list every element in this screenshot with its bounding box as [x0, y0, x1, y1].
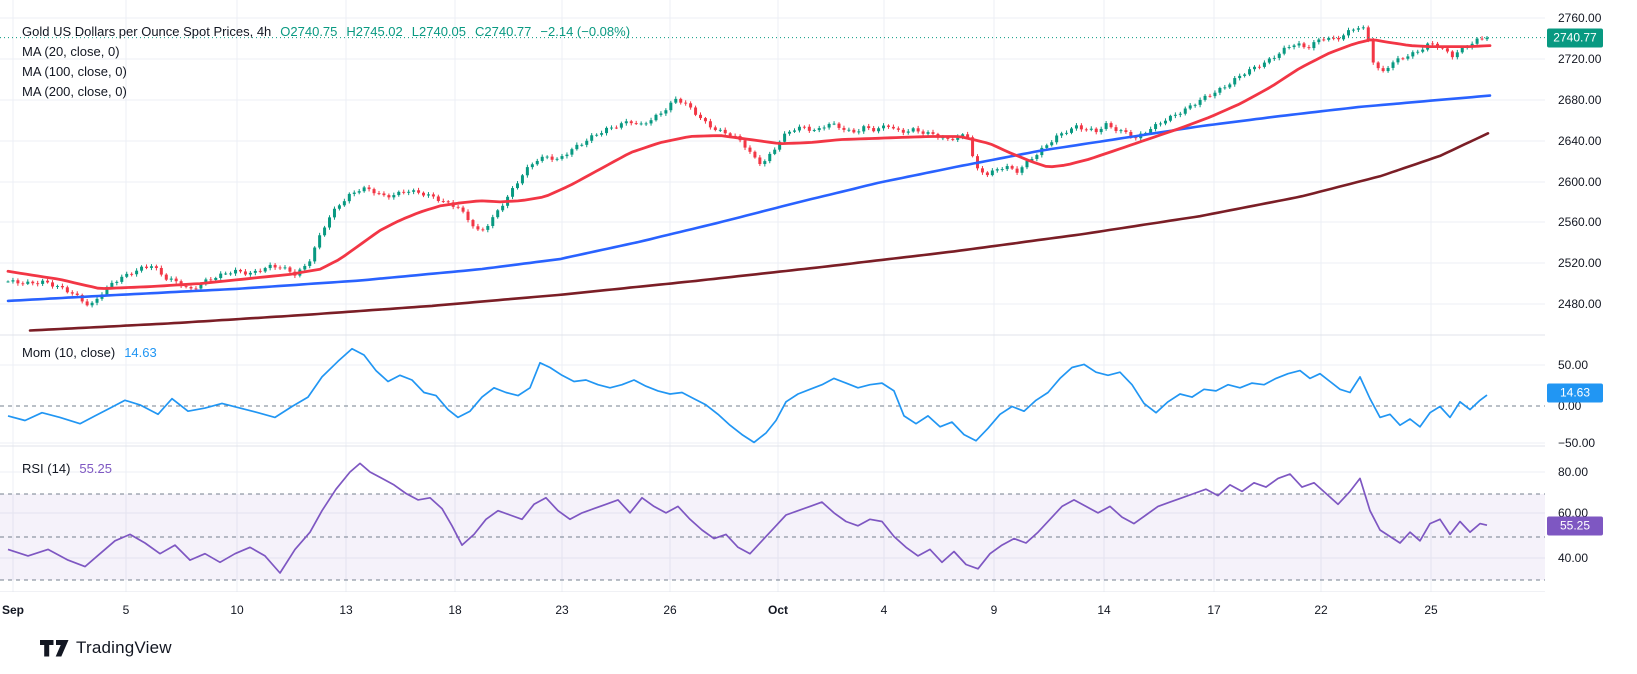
rsi-value: 55.25	[79, 459, 112, 479]
time-axis[interactable]: Sep 5 10 13 18 23 26 Oct 4 9 14 17 22 25	[0, 592, 1545, 628]
rsi-label: RSI (14)	[22, 459, 70, 479]
axis-tick-label: 2680.00	[1558, 93, 1601, 107]
price-value-badge: 2740.77	[1547, 29, 1603, 48]
axis-tick-label: −50.00	[1558, 436, 1595, 450]
time-tick-label: 4	[881, 603, 888, 617]
time-tick-label: 5	[123, 603, 130, 617]
ma20-legend[interactable]: MA (20, close, 0)	[22, 42, 630, 62]
price-legend: Gold US Dollars per Ounce Spot Prices, 4…	[22, 22, 630, 102]
axis-tick-label: 50.00	[1558, 358, 1588, 372]
time-tick-label: Oct	[768, 603, 788, 617]
tradingview-chart-window: Gold US Dollars per Ounce Spot Prices, 4…	[0, 0, 1637, 674]
ma100-legend[interactable]: MA (100, close, 0)	[22, 62, 630, 82]
time-tick-label: 17	[1207, 603, 1220, 617]
axis-tick-label: 40.00	[1558, 551, 1588, 565]
time-tick-label: 10	[230, 603, 243, 617]
time-tick-label: 13	[339, 603, 352, 617]
time-tick-label: 18	[448, 603, 461, 617]
axis-tick-label: 2640.00	[1558, 134, 1601, 148]
time-tick-label: 22	[1314, 603, 1327, 617]
ohlc-open: O2740.75	[280, 22, 337, 42]
time-tick-label: 9	[991, 603, 998, 617]
axis-tick-label: 2600.00	[1558, 175, 1601, 189]
axis-tick-label: 2720.00	[1558, 52, 1601, 66]
axis-tick-label: 2520.00	[1558, 256, 1601, 270]
time-tick-label: Sep	[2, 603, 24, 617]
rsi-legend[interactable]: RSI (14) 55.25	[22, 459, 112, 479]
ma200-legend[interactable]: MA (200, close, 0)	[22, 82, 630, 102]
time-tick-label: 26	[663, 603, 676, 617]
time-tick-label: 25	[1424, 603, 1437, 617]
axis-tick-label: 80.00	[1558, 465, 1588, 479]
symbol-title[interactable]: Gold US Dollars per Ounce Spot Prices, 4…	[22, 22, 271, 42]
momentum-legend[interactable]: Mom (10, close) 14.63	[22, 343, 157, 363]
rsi-value-badge: 55.25	[1547, 517, 1603, 536]
momentum-label: Mom (10, close)	[22, 343, 115, 363]
time-tick-label: 14	[1097, 603, 1110, 617]
tradingview-logo-text: TradingView	[76, 638, 172, 658]
ohlc-high: H2745.02	[346, 22, 402, 42]
ohlc-change: −2.14 (−0.08%)	[540, 22, 630, 42]
symbol-legend-row[interactable]: Gold US Dollars per Ounce Spot Prices, 4…	[22, 22, 630, 42]
axis-tick-label: 2760.00	[1558, 11, 1601, 25]
time-tick-label: 23	[555, 603, 568, 617]
axis-tick-label: 2560.00	[1558, 215, 1601, 229]
ohlc-close: C2740.77	[475, 22, 531, 42]
momentum-value: 14.63	[124, 343, 157, 363]
price-axis[interactable]: 2760.00 2720.00 2680.00 2640.00 2600.00 2560.…	[1545, 0, 1637, 628]
axis-tick-label: 2480.00	[1558, 297, 1601, 311]
tradingview-attribution[interactable]: TradingView	[40, 638, 172, 658]
ohlc-low: L2740.05	[412, 22, 466, 42]
mom-value-badge: 14.63	[1547, 384, 1603, 403]
tradingview-logo-icon	[40, 640, 69, 657]
